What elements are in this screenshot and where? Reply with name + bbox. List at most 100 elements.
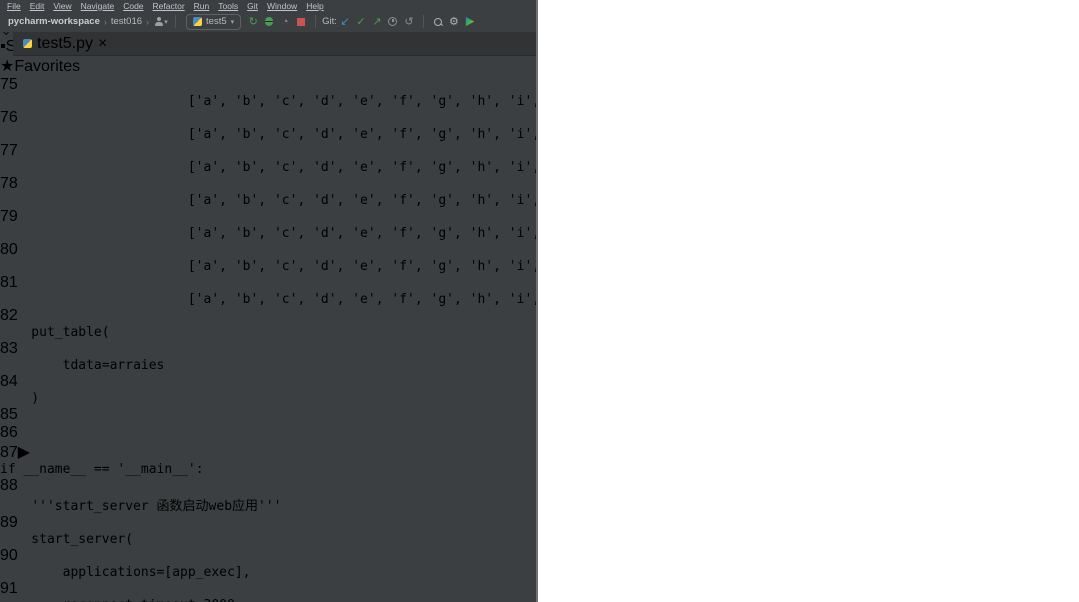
breadcrumb-folder[interactable]: test016 bbox=[111, 16, 142, 27]
line-number: 78 bbox=[0, 175, 18, 192]
run-button[interactable]: ↻ bbox=[245, 14, 261, 30]
code-token: 'e' bbox=[352, 94, 375, 109]
code-line-87: 87▶if __name__ == '__main__': bbox=[0, 442, 536, 477]
line-number: 82 bbox=[0, 307, 18, 324]
code-line-91: 91 reconnect_timeout=3000, bbox=[0, 580, 536, 602]
code-token bbox=[501, 226, 509, 241]
code-token: ( bbox=[125, 532, 133, 547]
code-token: , bbox=[258, 259, 266, 274]
code-token: , bbox=[376, 193, 384, 208]
code-token: = bbox=[196, 598, 204, 602]
code-token: 'e' bbox=[352, 292, 375, 307]
code-token: 'a' bbox=[196, 94, 219, 109]
code-token bbox=[501, 160, 509, 175]
code-token bbox=[266, 226, 274, 241]
code-token: 'f' bbox=[391, 94, 414, 109]
git-commit-icon[interactable]: ✓ bbox=[353, 14, 369, 30]
code-token: , bbox=[454, 226, 462, 241]
code-token bbox=[423, 94, 431, 109]
code-token bbox=[501, 292, 509, 307]
rollback-icon[interactable]: ↺ bbox=[401, 14, 417, 30]
menu-help[interactable]: Help bbox=[302, 1, 327, 11]
debug-button[interactable] bbox=[261, 14, 277, 30]
code-token: , bbox=[376, 226, 384, 241]
code-token: 'c' bbox=[274, 160, 297, 175]
code-token: 'h' bbox=[470, 94, 493, 109]
history-icon[interactable] bbox=[385, 14, 401, 30]
favorites-icon: ★ bbox=[0, 58, 14, 75]
code-lines: 75 ['a', 'b', 'c', 'd', 'e', 'f', 'g', '… bbox=[0, 76, 536, 602]
toolbar-divider bbox=[175, 15, 176, 28]
code-token: , bbox=[376, 292, 384, 307]
code-line-84: 84 ) bbox=[0, 373, 536, 406]
code-text: if __name__ == '__main__': bbox=[0, 462, 536, 477]
code-text: ['a', 'b', 'c', 'd', 'e', 'f', 'g', 'h',… bbox=[0, 226, 536, 241]
menu-tools[interactable]: Tools bbox=[214, 1, 242, 11]
search-icon[interactable] bbox=[430, 14, 446, 30]
code-token: , bbox=[376, 259, 384, 274]
code-token: , bbox=[415, 127, 423, 142]
ide-toolbar: pycharm-workspace › test016 › ▾ test5 ▾ … bbox=[0, 11, 536, 32]
code-token bbox=[227, 259, 235, 274]
code-token: [ bbox=[0, 259, 196, 274]
menu-window[interactable]: Window bbox=[263, 1, 301, 11]
code-text: tdata=arraies bbox=[0, 358, 536, 373]
settings-gear-icon[interactable]: ⚙ bbox=[446, 14, 462, 30]
code-token: [ bbox=[0, 127, 196, 142]
code-token bbox=[266, 292, 274, 307]
close-icon[interactable]: × bbox=[98, 35, 107, 53]
code-token: , bbox=[532, 160, 538, 175]
menu-code[interactable]: Code bbox=[119, 1, 147, 11]
colored-play-icon[interactable] bbox=[462, 14, 478, 30]
stop-button[interactable] bbox=[293, 14, 309, 30]
code-token: , bbox=[532, 259, 538, 274]
menu-run[interactable]: Run bbox=[190, 1, 214, 11]
code-token bbox=[0, 598, 63, 602]
menu-git[interactable]: Git bbox=[243, 1, 262, 11]
code-token: reconnect_timeout bbox=[63, 598, 196, 602]
breadcrumb-project[interactable]: pycharm-workspace bbox=[8, 16, 100, 27]
code-token: 'd' bbox=[313, 160, 336, 175]
menu-refactor[interactable]: Refactor bbox=[149, 1, 189, 11]
code-token bbox=[462, 160, 470, 175]
menu-navigate[interactable]: Navigate bbox=[77, 1, 119, 11]
code-token: , bbox=[532, 127, 538, 142]
tab-test5py[interactable]: test5.py × bbox=[13, 32, 115, 55]
code-token: 'b' bbox=[235, 226, 258, 241]
code-token: 'c' bbox=[274, 193, 297, 208]
code-token: 'f' bbox=[391, 193, 414, 208]
run-config-name: test5 bbox=[206, 16, 227, 27]
code-token: , bbox=[454, 127, 462, 142]
toolbar-divider bbox=[423, 15, 424, 28]
code-token: , bbox=[219, 292, 227, 307]
code-token: 'c' bbox=[274, 94, 297, 109]
git-update-icon[interactable]: ↙ bbox=[337, 14, 353, 30]
menu-view[interactable]: View bbox=[49, 1, 75, 11]
code-token: , bbox=[454, 160, 462, 175]
code-token bbox=[227, 226, 235, 241]
code-token: 'i' bbox=[509, 226, 532, 241]
code-token bbox=[501, 94, 509, 109]
coverage-button[interactable]: ◔ bbox=[277, 14, 293, 30]
menu-edit[interactable]: Edit bbox=[26, 1, 49, 11]
breadcrumb-separator: › bbox=[146, 17, 149, 27]
user-icon[interactable]: ▾ bbox=[153, 14, 169, 30]
code-token: 'g' bbox=[431, 259, 454, 274]
line-number: 80 bbox=[0, 241, 18, 258]
code-token: , bbox=[415, 160, 423, 175]
code-token bbox=[501, 193, 509, 208]
sidebar-item-favorites[interactable]: ★Favorites bbox=[0, 56, 536, 76]
menu-file[interactable]: File bbox=[3, 1, 25, 11]
git-push-icon[interactable]: ↗ bbox=[369, 14, 385, 30]
code-editor[interactable]: 75 ['a', 'b', 'c', 'd', 'e', 'f', 'g', '… bbox=[0, 76, 536, 602]
run-config-selector[interactable]: test5 ▾ bbox=[186, 14, 241, 30]
code-token: , bbox=[454, 259, 462, 274]
code-token bbox=[227, 127, 235, 142]
code-token: , bbox=[415, 226, 423, 241]
menu-bar: FileEditViewNavigateCodeRefactorRunTools… bbox=[0, 0, 536, 11]
code-token: , bbox=[493, 160, 501, 175]
run-line-icon[interactable]: ▶ bbox=[18, 444, 30, 461]
python-icon bbox=[23, 39, 32, 48]
code-token: 'd' bbox=[313, 127, 336, 142]
code-token: 'h' bbox=[470, 127, 493, 142]
